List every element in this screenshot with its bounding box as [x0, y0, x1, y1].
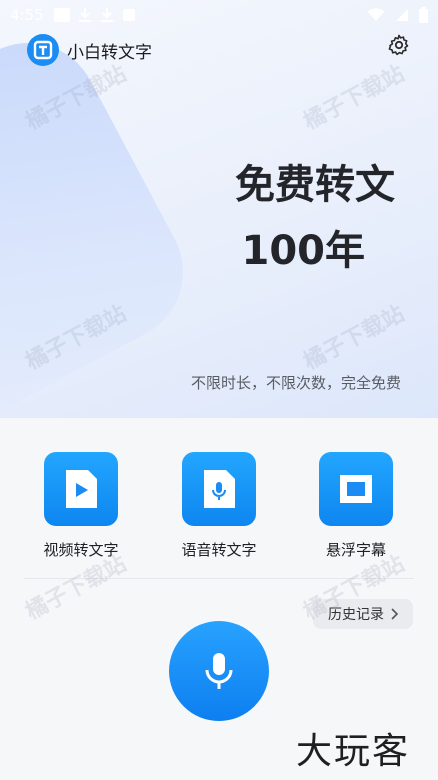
- audio-file-icon: [182, 452, 256, 526]
- feature-label: 悬浮字幕: [325, 541, 386, 559]
- hero-title: 免费转文: [235, 162, 395, 208]
- hero-subtitle: 不限时长，不限次数，完全免费: [190, 374, 401, 392]
- chevron-right-icon: [391, 608, 398, 620]
- feature-grid: 视频转文字 语音转文字 悬浮字幕: [0, 452, 438, 562]
- download-icon: [100, 8, 113, 22]
- notification-icon: [53, 8, 70, 22]
- history-button[interactable]: 历史记录: [313, 599, 413, 629]
- settings-button[interactable]: [387, 33, 411, 57]
- video-file-icon: [44, 452, 118, 526]
- hero-title-years: 100年: [241, 228, 366, 274]
- app-notification-icon: [122, 9, 135, 21]
- battery-icon: [419, 7, 428, 23]
- feature-label: 视频转文字: [43, 541, 119, 559]
- app-header: 小白转文字: [27, 34, 152, 66]
- video-to-text-button[interactable]: 视频转文字: [21, 452, 141, 560]
- app-logo-icon: [27, 34, 59, 66]
- floating-window-icon: [319, 452, 393, 526]
- status-bar: 4:55: [0, 0, 438, 30]
- history-label: 历史记录: [328, 607, 384, 623]
- brand-watermark: 大玩客: [296, 731, 411, 772]
- audio-to-text-button[interactable]: 语音转文字: [159, 452, 279, 560]
- gear-icon: [388, 34, 409, 56]
- feature-label: 语音转文字: [181, 541, 257, 559]
- microphone-icon: [205, 653, 233, 689]
- download-icon: [78, 8, 91, 22]
- floating-subtitle-button[interactable]: 悬浮字幕: [296, 452, 416, 560]
- signal-icon: [396, 9, 408, 21]
- record-button[interactable]: [169, 621, 269, 721]
- wifi-icon: [367, 8, 385, 21]
- divider: [24, 578, 414, 579]
- app-title: 小白转文字: [67, 42, 152, 63]
- status-time: 4:55: [10, 6, 44, 24]
